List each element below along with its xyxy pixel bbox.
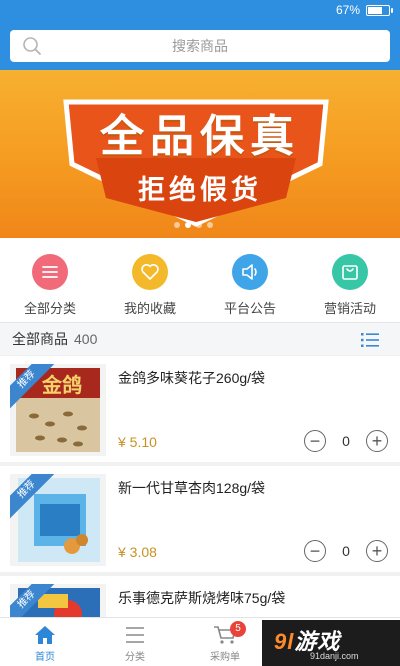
tab-label: 采购单 <box>210 652 240 663</box>
shortcut-promotions[interactable]: 营销活动 <box>300 238 400 322</box>
product-item[interactable]: 金鸽 推荐 金鸽多味葵花子260g/袋 ¥ 5.10 − 0 + <box>0 356 400 462</box>
banner-dot-active[interactable] <box>185 222 191 228</box>
watermark-url: 91danji.com <box>310 651 359 661</box>
search-bar[interactable] <box>10 30 390 62</box>
tab-label: 分类 <box>125 652 145 663</box>
list-count: 400 <box>74 331 98 347</box>
list-view-icon[interactable] <box>360 332 380 348</box>
banner-dot[interactable] <box>207 222 213 228</box>
tab-label: 首页 <box>35 652 55 663</box>
status-bar: 67% <box>335 3 393 17</box>
tab-category[interactable]: 分类 <box>90 618 180 666</box>
product-image[interactable]: 金鸽 推荐 <box>10 364 106 456</box>
promo-banner[interactable]: 全品保真 拒绝假货 <box>0 70 400 238</box>
menu-icon <box>32 254 68 290</box>
battery-icon <box>366 4 393 16</box>
product-item[interactable]: 推荐 新一代甘草杏肉128g/袋 ¥ 3.08 − 0 + <box>0 466 400 572</box>
quantity-value: 0 <box>342 433 350 449</box>
svg-text:金鸽: 金鸽 <box>41 373 82 397</box>
watermark: 9l游戏 91danji.com <box>262 620 400 666</box>
product-image[interactable]: 推荐 <box>10 474 106 566</box>
product-image[interactable]: 推荐 <box>10 584 106 617</box>
home-icon <box>35 626 55 644</box>
bag-icon <box>332 254 368 290</box>
cart-count-badge: 5 <box>230 621 246 637</box>
search-input[interactable] <box>50 38 350 54</box>
banner-pagination <box>174 222 213 228</box>
quantity-value: 0 <box>342 543 350 559</box>
search-icon <box>23 37 41 55</box>
list-header: 全部商品 400 <box>0 322 400 355</box>
shortcut-row: 全部分类 我的收藏 平台公告 营销活动 <box>0 238 400 322</box>
shortcut-label: 营销活动 <box>323 301 376 316</box>
heart-icon <box>132 254 168 290</box>
shortcut-label: 全部分类 <box>23 301 76 316</box>
increase-button[interactable]: + <box>366 430 388 452</box>
watermark-number: 9l <box>274 629 295 654</box>
quantity-stepper: − 0 + <box>304 540 388 562</box>
shortcut-label: 平台公告 <box>223 301 276 316</box>
top-bar: 67% <box>0 0 400 70</box>
tab-home[interactable]: 首页 <box>0 618 90 666</box>
product-name[interactable]: 乐事德克萨斯烧烤味75g/袋 <box>118 588 285 608</box>
banner-subtitle: 拒绝假货 <box>138 175 262 205</box>
shortcut-favorites[interactable]: 我的收藏 <box>100 238 200 322</box>
increase-button[interactable]: + <box>366 540 388 562</box>
category-icon <box>126 627 144 643</box>
battery-percent: 67% <box>335 3 360 17</box>
decrease-button[interactable]: − <box>304 430 326 452</box>
banner-dot[interactable] <box>196 222 202 228</box>
speaker-icon <box>232 254 268 290</box>
product-name[interactable]: 金鸽多味葵花子260g/袋 <box>118 368 265 388</box>
shortcut-label: 我的收藏 <box>123 301 176 316</box>
decrease-button[interactable]: − <box>304 540 326 562</box>
shortcut-announcements[interactable]: 平台公告 <box>200 238 300 322</box>
tab-cart[interactable]: 5 采购单 <box>180 618 270 666</box>
list-title: 全部商品 <box>12 331 68 347</box>
shortcut-all-categories[interactable]: 全部分类 <box>0 238 100 322</box>
product-item[interactable]: 推荐 乐事德克萨斯烧烤味75g/袋 <box>0 576 400 617</box>
quantity-stepper: − 0 + <box>304 430 388 452</box>
banner-dot[interactable] <box>174 222 180 228</box>
product-name[interactable]: 新一代甘草杏肉128g/袋 <box>118 478 265 498</box>
banner-title: 全品保真 <box>100 112 300 161</box>
product-price: ¥ 5.10 <box>118 434 157 450</box>
product-price: ¥ 3.08 <box>118 544 157 560</box>
